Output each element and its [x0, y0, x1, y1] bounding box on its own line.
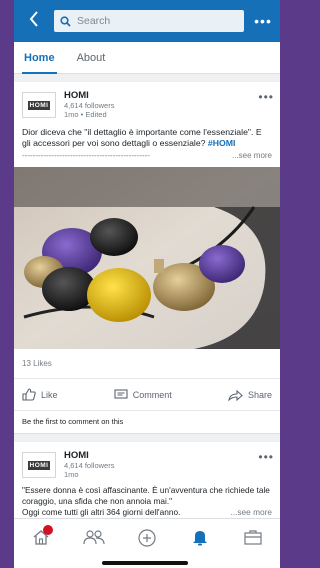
follower-count: 4,614 followers: [64, 101, 115, 110]
share-button[interactable]: Share: [228, 389, 272, 401]
search-input[interactable]: Search: [54, 10, 244, 32]
post-header: HOMI HOMI 4,614 followers 1mo •••: [14, 442, 280, 483]
post-time: 1mo • Edited: [64, 110, 107, 119]
post-meta: HOMI 4,614 followers 1mo • Edited: [64, 90, 272, 119]
post-more-button[interactable]: •••: [258, 90, 274, 104]
author-name[interactable]: HOMI: [64, 450, 272, 461]
company-logo[interactable]: HOMI: [22, 452, 56, 478]
post-icon: [138, 529, 156, 547]
my-network-icon: [83, 530, 105, 545]
hashtag-link[interactable]: #HOMI: [208, 138, 236, 148]
tab-about[interactable]: About: [77, 42, 106, 74]
post-text-continuation: ----------------------------------------…: [22, 151, 272, 161]
like-button[interactable]: Like: [22, 388, 58, 401]
author-name[interactable]: HOMI: [64, 90, 272, 101]
see-more-link[interactable]: ...see more: [230, 507, 272, 518]
comment-button[interactable]: Comment: [114, 388, 172, 401]
chevron-left-icon[interactable]: [22, 11, 46, 31]
more-options-button[interactable]: •••: [252, 13, 274, 29]
feed-post: HOMI HOMI 4,614 followers 1mo • Edited •…: [14, 82, 280, 434]
search-placeholder: Search: [77, 15, 111, 27]
post-time: 1mo: [64, 470, 79, 479]
thumbs-up-icon: [22, 388, 36, 401]
nav-home[interactable]: [26, 525, 56, 551]
post-image[interactable]: [14, 167, 280, 349]
nav-jobs[interactable]: [238, 529, 268, 551]
post-text-last-line: Oggi come tutti gli altri 364 giorni del…: [22, 507, 272, 518]
jobs-icon: [244, 530, 262, 545]
notification-badge: [42, 525, 53, 535]
nav-notifications[interactable]: [185, 529, 215, 551]
home-indicator: [102, 561, 188, 565]
top-app-bar: Search •••: [14, 0, 280, 42]
see-more-link[interactable]: ...see more: [232, 151, 272, 161]
tab-home[interactable]: Home: [22, 42, 57, 74]
nav-my-network[interactable]: [79, 529, 109, 551]
search-icon: [60, 15, 71, 27]
page-tabs: Home About: [14, 42, 280, 74]
post-meta: HOMI 4,614 followers 1mo: [64, 450, 272, 479]
comment-prompt[interactable]: Be the first to comment on this: [14, 411, 280, 433]
likes-count[interactable]: 13 Likes: [14, 349, 280, 379]
nav-post[interactable]: [132, 529, 162, 551]
bottom-navigation: [14, 518, 280, 568]
share-icon: [228, 389, 243, 401]
app-screen: Search ••• Home About HOMI HOMI 4,614 fo…: [14, 0, 280, 568]
notifications-icon: [193, 531, 208, 546]
comment-icon: [114, 388, 128, 399]
company-logo[interactable]: HOMI: [22, 92, 56, 118]
follower-count: 4,614 followers: [64, 461, 115, 470]
post-actions: Like Comment Share: [14, 379, 280, 411]
post-more-button[interactable]: •••: [258, 450, 274, 464]
post-header: HOMI HOMI 4,614 followers 1mo • Edited •…: [14, 82, 280, 123]
post-text: Dior diceva che "il dettaglio è importan…: [22, 127, 262, 148]
